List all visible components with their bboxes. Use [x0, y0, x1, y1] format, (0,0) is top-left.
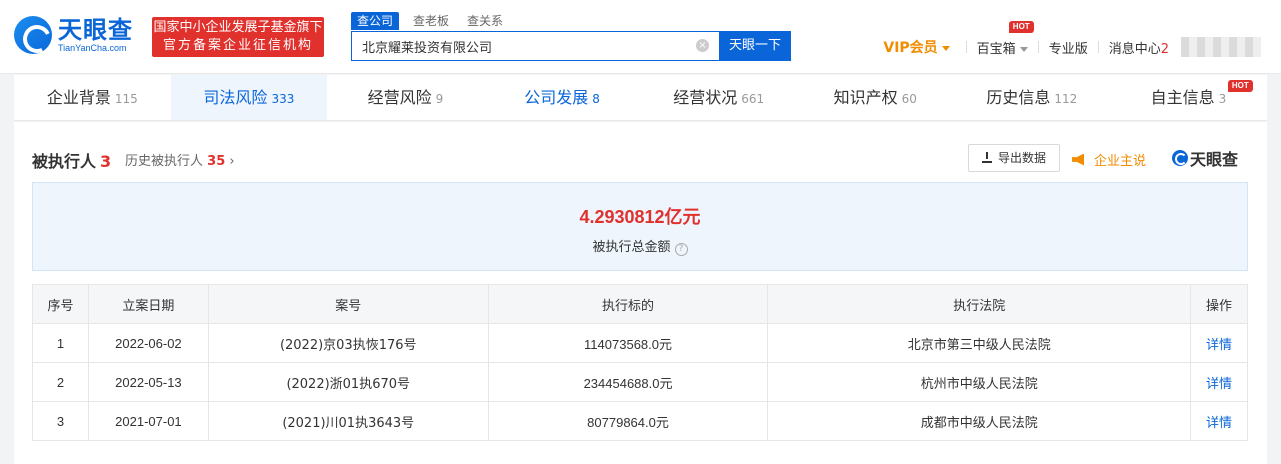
tab-company-development[interactable]: 公司发展 8	[484, 75, 641, 120]
chevron-down-icon	[941, 45, 950, 51]
amount-summary: 4.2930812亿元 被执行总金额?	[32, 182, 1248, 271]
col-court: 执行法院	[767, 284, 1192, 324]
speaker-icon	[1072, 153, 1084, 166]
enterprise-speak-link[interactable]: 企业主说	[1072, 150, 1146, 169]
export-data-button[interactable]: 导出数据	[968, 144, 1060, 172]
tab-judicial-risk[interactable]: 司法风险 333	[170, 75, 328, 120]
col-action: 操作	[1190, 284, 1248, 324]
table-header-row: 序号 立案日期 案号 执行标的 执行法院 操作	[32, 284, 1248, 324]
tab-intellectual-property[interactable]: 知识产权 60	[797, 75, 954, 120]
detail-link[interactable]: 详情	[1190, 323, 1248, 363]
logo-domain: TianYanCha.com	[58, 43, 127, 53]
tab-operating-status[interactable]: 经营状况 661	[640, 75, 797, 120]
top-nav: VIP会员 百宝箱 HOT 专业版 消息中心2	[883, 20, 1281, 57]
total-amount-label: 被执行总金额	[592, 240, 671, 255]
col-case-no: 案号	[207, 284, 489, 324]
message-count: 2	[1160, 41, 1169, 57]
message-center-link[interactable]: 消息中心2	[1109, 38, 1169, 57]
executed-table: 序号 立案日期 案号 执行标的 执行法院 操作 1 2022-06-02 (20…	[32, 284, 1248, 441]
top-header: 天眼查 TianYanCha.com 国家中小企业发展子基金旗下 官方备案企业征…	[0, 0, 1281, 74]
table-row: 2 2022-05-13 (2022)浙01执670号 234454688.0元…	[32, 362, 1248, 402]
total-amount: 4.2930812亿元	[579, 207, 701, 227]
vip-member-link[interactable]: VIP会员	[883, 37, 950, 57]
clear-icon[interactable]: ×	[696, 39, 709, 52]
eye-logo-icon	[1172, 150, 1188, 166]
help-icon[interactable]: ?	[674, 243, 688, 256]
detail-link[interactable]: 详情	[1190, 362, 1248, 402]
col-date: 立案日期	[87, 284, 209, 324]
user-avatar[interactable]	[1181, 37, 1261, 57]
tab-history-info[interactable]: 历史信息 112	[954, 75, 1111, 120]
tab-enterprise-background[interactable]: 企业背景 115	[14, 75, 171, 120]
search-box: ×	[351, 31, 720, 61]
tab-search-relation[interactable]: 查关系	[467, 12, 503, 30]
search-input[interactable]	[352, 32, 682, 60]
col-index: 序号	[32, 284, 89, 324]
eye-logo-icon	[14, 16, 52, 54]
hot-badge: HOT	[1008, 20, 1034, 33]
download-icon	[981, 152, 992, 163]
tab-self-info[interactable]: 自主信息 3 HOT	[1110, 75, 1267, 120]
section-title: 被执行人 3	[32, 152, 112, 171]
pro-version-link[interactable]: 专业版	[1049, 38, 1088, 57]
history-executed-link[interactable]: 历史被执行人 35 ›	[125, 150, 235, 169]
search-button[interactable]: 天眼一下	[719, 31, 791, 61]
table-row: 3 2021-07-01 (2021)川01执3643号 80779864.0元…	[32, 401, 1248, 441]
logo-text: 天眼查	[58, 16, 133, 44]
search-type-tabs: 查公司 查老板 查关系	[351, 12, 521, 30]
site-logo[interactable]: 天眼查 TianYanCha.com	[14, 16, 133, 54]
col-amount: 执行标的	[487, 284, 769, 324]
hot-badge: HOT	[1227, 80, 1253, 92]
tab-operating-risk[interactable]: 经营风险 9	[327, 75, 484, 120]
treasure-box-link[interactable]: 百宝箱 HOT	[977, 20, 1034, 57]
detail-link[interactable]: 详情	[1190, 401, 1248, 441]
tab-search-boss[interactable]: 查老板	[413, 12, 449, 30]
tab-search-company[interactable]: 查公司	[351, 12, 400, 30]
official-badge[interactable]: 国家中小企业发展子基金旗下 官方备案企业征信机构	[152, 17, 324, 57]
category-tabs: 企业背景 115 司法风险 333 经营风险 9 公司发展 8 经营状况 661 知识产权…	[14, 75, 1267, 121]
table-row: 1 2022-06-02 (2022)京03执恢176号 114073568.0…	[32, 323, 1248, 363]
executed-person-panel: 被执行人 3 历史被执行人 35 › 导出数据 企业主说 天眼查 4.293081…	[14, 122, 1267, 464]
brand-watermark: 天眼查	[1172, 146, 1238, 170]
chevron-right-icon: ›	[225, 154, 235, 169]
chevron-down-icon	[1019, 46, 1028, 52]
